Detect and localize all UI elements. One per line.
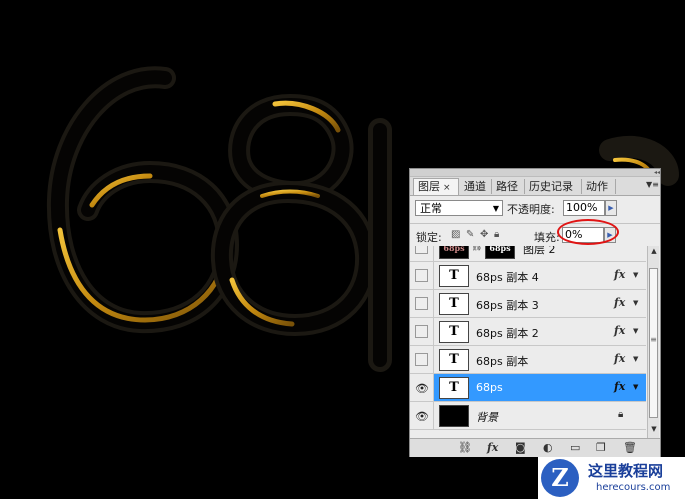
panel-tabs: 图层 × 通道 路径 历史记录 动作 ▼≡ — [410, 177, 660, 196]
chevron-down-icon: ▼ — [492, 204, 499, 213]
eye-icon[interactable]: 👁︎ — [415, 410, 429, 423]
chevron-down-icon[interactable]: ▼ — [633, 327, 638, 335]
layer-name: 68ps 副本 4 — [476, 271, 539, 284]
text-layer-thumbnail: T — [439, 377, 469, 399]
blend-mode-select[interactable]: 正常 ▼ — [415, 200, 503, 216]
lock-row: 锁定: ▨ ✎ ✥ 🔒︎ 填充: 0% ▶ — [410, 219, 660, 246]
lock-move-icon[interactable]: ✥ — [480, 229, 488, 240]
layer-name: 68ps 副本 2 — [476, 327, 539, 340]
panel-menu-icon[interactable]: ▼≡ — [646, 180, 659, 189]
watermark-logo: Z 这里教程网 herecours.com — [538, 457, 685, 499]
link-layers-icon[interactable]: ⛓ — [458, 441, 472, 454]
fx-icon[interactable]: fx — [614, 268, 625, 281]
adjustment-layer-icon[interactable]: ◐ — [543, 441, 553, 454]
fill-label: 填充: — [534, 231, 560, 244]
layer-row[interactable]: 👁︎ 背景 🔒︎ — [410, 402, 646, 430]
lock-all-icon[interactable]: 🔒︎ — [494, 229, 499, 240]
panel-titlebar[interactable]: ◂◂ — [410, 169, 660, 177]
logo-url: herecours.com — [596, 482, 671, 493]
visibility-toggle[interactable] — [415, 353, 428, 366]
logo-badge: Z — [541, 459, 579, 497]
blend-row: 正常 ▼ 不透明度: 100% ▶ — [410, 196, 660, 220]
fx-icon[interactable]: fx — [614, 296, 625, 309]
opacity-label: 不透明度: — [507, 203, 555, 216]
text-layer-thumbnail: T — [439, 293, 469, 315]
chevron-down-icon[interactable]: ▼ — [633, 355, 638, 363]
opacity-input[interactable]: 100% — [563, 200, 605, 216]
trash-icon[interactable]: 🗑︎ — [623, 441, 637, 454]
grip-icon: ≡ — [650, 335, 657, 344]
chevron-down-icon[interactable]: ▼ — [633, 299, 638, 307]
layer-name: 68ps 副本 3 — [476, 299, 539, 312]
layer-row[interactable]: 68ps ⛓ 68ps 图层 2 — [410, 246, 646, 262]
text-layer-thumbnail: T — [439, 321, 469, 343]
tab-paths[interactable]: 路径 — [492, 179, 525, 194]
chevron-down-icon[interactable]: ▼ — [633, 383, 638, 391]
lock-icon: 🔒︎ — [618, 409, 624, 420]
visibility-toggle[interactable] — [415, 325, 428, 338]
tab-history[interactable]: 历史记录 — [525, 179, 582, 194]
layer-row[interactable]: T 68ps 副本 fx ▼ — [410, 346, 646, 374]
layer-row-selected[interactable]: 👁︎ T 68ps fx ▼ — [410, 374, 646, 402]
visibility-toggle[interactable] — [415, 297, 428, 310]
layer-row[interactable]: T 68ps 副本 4 fx ▼ — [410, 262, 646, 290]
logo-title: 这里教程网 — [588, 462, 664, 480]
layers-panel: ◂◂ 图层 × 通道 路径 历史记录 动作 ▼≡ 正常 ▼ 不透明度: 100% … — [409, 168, 661, 457]
fx-icon[interactable]: fx — [614, 324, 625, 337]
scroll-down-icon[interactable]: ▼ — [649, 425, 659, 437]
visibility-toggle[interactable] — [415, 269, 428, 282]
eye-icon[interactable]: 👁︎ — [415, 382, 429, 395]
text-layer-thumbnail: T — [439, 265, 469, 287]
layer-name: 68ps 副本 — [476, 355, 529, 368]
visibility-toggle[interactable] — [415, 246, 428, 254]
link-icon: ⛓ — [471, 246, 483, 252]
layer-row[interactable]: T 68ps 副本 2 fx ▼ — [410, 318, 646, 346]
fx-icon[interactable]: fx — [614, 380, 625, 393]
layer-mask-thumbnail: 68ps — [485, 246, 515, 259]
add-mask-icon[interactable]: ◙ — [515, 441, 526, 454]
lock-transparency-icon[interactable]: ▨ — [451, 229, 460, 240]
scrollbar-thumb[interactable]: ≡ — [649, 268, 658, 418]
lock-brush-icon[interactable]: ✎ — [466, 229, 474, 240]
layer-name: 背景 — [476, 411, 498, 424]
collapse-icon[interactable]: ◂◂ — [654, 169, 660, 176]
panel-bottom-toolbar: ⛓ fx ◙ ◐ ▭ ❐ 🗑︎ — [410, 438, 660, 457]
highlight-circle — [557, 219, 619, 245]
fx-icon[interactable]: fx — [614, 352, 625, 365]
layers-scrollbar[interactable]: ▲ ≡ ▼ — [647, 246, 659, 438]
layers-list: 68ps ⛓ 68ps 图层 2 T 68ps 副本 4 fx ▼ T 68ps… — [410, 246, 646, 438]
text-layer-thumbnail: T — [439, 349, 469, 371]
close-icon[interactable]: × — [443, 183, 451, 193]
opacity-slider-button[interactable]: ▶ — [605, 200, 617, 216]
layer-thumbnail: 68ps — [439, 246, 469, 259]
layer-row[interactable]: T 68ps 副本 3 fx ▼ — [410, 290, 646, 318]
layer-name: 68ps — [476, 381, 503, 394]
new-layer-icon[interactable]: ❐ — [596, 441, 606, 454]
chevron-down-icon[interactable]: ▼ — [633, 271, 638, 279]
tab-actions[interactable]: 动作 — [582, 179, 616, 194]
background-thumbnail — [439, 405, 469, 427]
tab-channels[interactable]: 通道 — [460, 179, 492, 194]
lock-label: 锁定: — [416, 231, 442, 244]
tab-layers[interactable]: 图层 × — [413, 178, 459, 195]
new-group-icon[interactable]: ▭ — [570, 441, 580, 454]
add-style-icon[interactable]: fx — [487, 441, 498, 454]
layer-name: 图层 2 — [523, 246, 556, 256]
scroll-up-icon[interactable]: ▲ — [649, 247, 659, 259]
